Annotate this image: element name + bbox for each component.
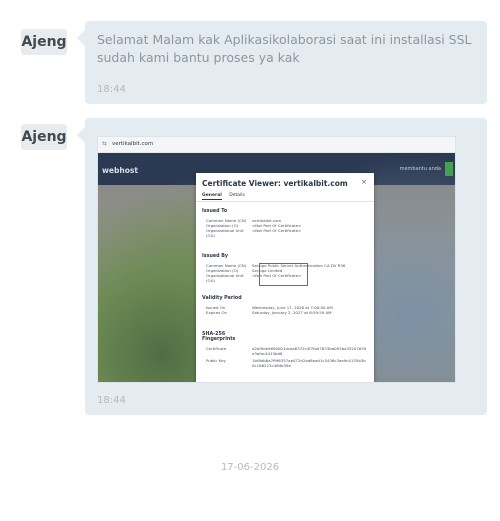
dialog-tabs: General Details <box>202 193 251 200</box>
field-key: Expires On <box>206 310 228 315</box>
field-key: Certificate <box>206 346 227 351</box>
field-value: Saturday, January 2, 2027 at 6:59:59 AM <box>252 310 332 315</box>
tab-general: General <box>202 193 222 200</box>
message-bubble: Selamat Malam kak Aplikasikolaborasi saa… <box>77 21 487 104</box>
field-row: Public Key 1bf8db6a7f9f6357ae072d2ad6ead1… <box>202 358 368 368</box>
message-time: 18:44 <box>97 84 126 95</box>
sender-avatar: Ajeng <box>21 124 67 150</box>
field-row: Organizational Unit (OU) <Not Part Of Cer… <box>202 228 368 238</box>
field-value: <Not Part Of Certificate> <box>252 228 302 233</box>
attached-screenshot[interactable]: ⇆ vertikalbit.com webhost membantu anda C… <box>97 136 456 383</box>
section-title: Issued To <box>202 209 228 214</box>
close-icon: × <box>361 178 367 186</box>
field-key: Organizational Unit (OU) <box>206 228 244 238</box>
tab-details: Details <box>229 193 245 198</box>
section-title: Validity Period <box>202 296 242 301</box>
field-key: Organizational Unit (OU) <box>206 273 244 283</box>
section-title: Issued By <box>202 254 229 259</box>
field-key: Public Key <box>206 358 226 363</box>
field-value: 1bf8db6a7f9f6357ae072d2ad6ead1c5436c3ae9… <box>252 358 366 368</box>
field-value: d2af9de9690001dcaa6372c4f7fa07833bb093ba… <box>252 346 367 356</box>
certificate-viewer-dialog: Certificate Viewer: vertikalbit.com × Ge… <box>196 173 374 382</box>
dialog-title: Certificate Viewer: vertikalbit.com <box>202 179 348 188</box>
tab-url: vertikalbit.com <box>112 141 154 147</box>
highlight-box <box>259 263 308 286</box>
section-fingerprints: SHA-256 Fingerprints Certificate d2af9de9… <box>202 332 368 368</box>
website-background: webhost membantu anda Certificate Viewer… <box>98 153 455 382</box>
dialog-divider <box>196 201 374 202</box>
field-row: Expires On Saturday, January 2, 2027 at 6… <box>202 310 368 315</box>
site-settings-icon: ⇆ <box>102 141 107 147</box>
site-cta-button <box>445 162 453 176</box>
sender-avatar: Ajeng <box>21 29 67 55</box>
site-brand: webhost <box>102 166 138 175</box>
date-separator: 17-06-2026 <box>220 462 280 473</box>
section-validity-period: Validity Period Issued On Wednesday, June… <box>202 296 368 315</box>
field-row: Certificate d2af9de9690001dcaa6372c4f7fa0… <box>202 346 368 356</box>
browser-tab-bar: ⇆ vertikalbit.com <box>98 137 455 153</box>
message-text: Selamat Malam kak Aplikasikolaborasi saa… <box>97 32 472 65</box>
section-issued-to: Issued To Common Name (CN) vertikalbit.co… <box>202 209 368 238</box>
section-title: SHA-256 Fingerprints <box>202 332 236 342</box>
message-bubble: ⇆ vertikalbit.com webhost membantu anda C… <box>77 118 487 415</box>
message-time: 18:44 <box>97 395 126 406</box>
site-nav-label: membantu anda <box>399 166 441 172</box>
